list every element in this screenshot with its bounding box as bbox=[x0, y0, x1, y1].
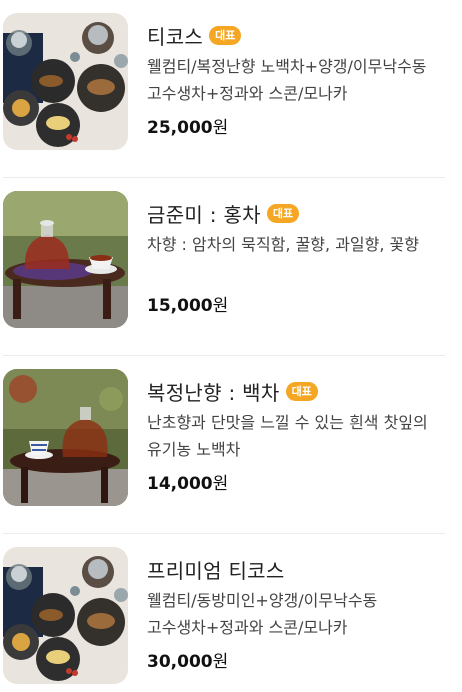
price-value: 15,000 bbox=[147, 296, 213, 316]
representative-badge: 대표 bbox=[209, 25, 242, 45]
item-description: 웰컴티/복정난향 노백차+양갱/이무낙수동 고수생차+정과와 스콘/모나카 bbox=[147, 57, 427, 103]
price-currency: 원 bbox=[212, 118, 229, 138]
menu-item[interactable]: 프리미엄 티코스 웰컴티/동방미인+양갱/이무낙수동 고수생차+정과와 스콘/모… bbox=[0, 534, 462, 692]
price-currency: 원 bbox=[212, 474, 229, 494]
price-currency: 원 bbox=[212, 296, 229, 316]
item-info: 금준미 : 홍차 대표 차향 : 암차의 묵직함, 꿀향, 과일향, 꽃향 15… bbox=[147, 198, 439, 317]
representative-badge: 대표 bbox=[285, 381, 318, 401]
item-info: 복정난향 : 백차 대표 난초향과 단맛을 느낄 수 있는 흰색 찻잎의 유기농… bbox=[147, 376, 439, 495]
item-description: 웰컴티/동방미인+양갱/이무낙수동 고수생차+정과와 스콘/모나카 bbox=[147, 591, 378, 637]
item-price: 14,000원 bbox=[147, 469, 439, 494]
white-tea-photo[interactable] bbox=[3, 369, 128, 506]
item-price: 15,000원 bbox=[147, 291, 439, 316]
price-value: 30,000 bbox=[147, 652, 213, 672]
item-info: 티코스 대표 웰컴티/복정난향 노백차+양갱/이무낙수동 고수생차+정과와 스콘… bbox=[147, 20, 439, 139]
premium-tea-course-photo[interactable] bbox=[3, 547, 128, 684]
item-description: 난초향과 단맛을 느낄 수 있는 흰색 찻잎의 유기농 노백차 bbox=[147, 413, 428, 459]
item-description: 차향 : 암차의 묵직함, 꿀향, 과일향, 꽃향 bbox=[147, 235, 419, 254]
tea-course-photo[interactable] bbox=[3, 13, 128, 150]
menu-item[interactable]: 복정난향 : 백차 대표 난초향과 단맛을 느낄 수 있는 흰색 찻잎의 유기농… bbox=[0, 356, 462, 534]
price-value: 14,000 bbox=[147, 474, 213, 494]
menu-item[interactable]: 티코스 대표 웰컴티/복정난향 노백차+양갱/이무낙수동 고수생차+정과와 스콘… bbox=[0, 0, 462, 178]
item-name: 복정난향 : 백차 bbox=[147, 380, 280, 405]
price-currency: 원 bbox=[212, 652, 229, 672]
item-info: 프리미엄 티코스 웰컴티/동방미인+양갱/이무낙수동 고수생차+정과와 스콘/모… bbox=[147, 554, 439, 673]
representative-badge: 대표 bbox=[266, 203, 300, 223]
menu-list: 티코스 대표 웰컴티/복정난향 노백차+양갱/이무낙수동 고수생차+정과와 스콘… bbox=[0, 0, 462, 692]
item-name: 프리미엄 티코스 bbox=[147, 558, 285, 583]
menu-item[interactable]: 금준미 : 홍차 대표 차향 : 암차의 묵직함, 꿀향, 과일향, 꽃향 15… bbox=[0, 178, 462, 356]
black-tea-photo[interactable] bbox=[3, 191, 128, 328]
item-price: 30,000원 bbox=[147, 647, 439, 672]
item-name: 금준미 : 홍차 bbox=[147, 202, 261, 227]
price-value: 25,000 bbox=[147, 118, 213, 138]
item-price: 25,000원 bbox=[147, 113, 439, 138]
item-name: 티코스 bbox=[147, 24, 204, 49]
